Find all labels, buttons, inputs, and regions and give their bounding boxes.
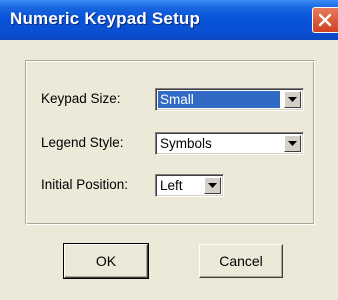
legend-style-value: Symbols bbox=[160, 136, 212, 151]
initial-position-label: Initial Position: bbox=[41, 177, 129, 192]
close-button[interactable] bbox=[312, 7, 338, 33]
chevron-down-icon bbox=[288, 97, 297, 102]
legend-style-dropdown-button[interactable] bbox=[284, 135, 301, 152]
chevron-down-icon bbox=[208, 183, 217, 188]
initial-position-dropdown-button[interactable] bbox=[204, 177, 221, 194]
cancel-button[interactable]: Cancel bbox=[199, 244, 283, 278]
legend-style-label: Legend Style: bbox=[41, 135, 124, 150]
keypad-size-label: Keypad Size: bbox=[41, 91, 121, 106]
dialog-window: Numeric Keypad Setup Keypad Size: Small … bbox=[0, 0, 338, 300]
chevron-down-icon bbox=[288, 141, 297, 146]
ok-button[interactable]: OK bbox=[63, 243, 149, 279]
dialog-title: Numeric Keypad Setup bbox=[10, 9, 201, 28]
keypad-size-select[interactable]: Small bbox=[155, 88, 304, 111]
legend-style-select[interactable]: Symbols bbox=[155, 132, 304, 155]
initial-position-value: Left bbox=[160, 178, 183, 193]
keypad-size-value: Small bbox=[158, 91, 280, 108]
keypad-size-dropdown-button[interactable] bbox=[284, 91, 301, 108]
title-bar[interactable]: Numeric Keypad Setup bbox=[0, 0, 338, 40]
initial-position-select[interactable]: Left bbox=[155, 174, 224, 197]
